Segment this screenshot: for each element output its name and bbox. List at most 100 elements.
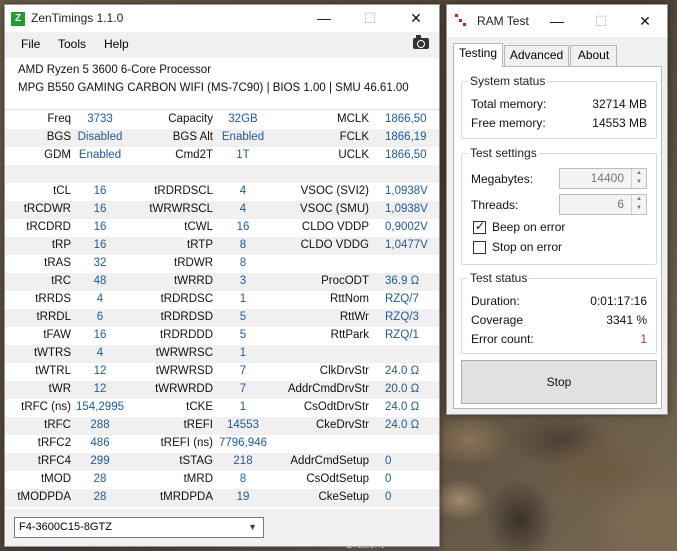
timing-label: tREFI (ns) [160, 437, 213, 449]
close-button[interactable]: ✕ [623, 5, 667, 37]
stop-button[interactable]: Stop [461, 360, 657, 404]
timing-label: tMOD [40, 473, 71, 485]
error-count-label: Error count: [471, 332, 534, 346]
timing-value: 4 [96, 347, 104, 359]
timing-value: 24.0 Ω [385, 365, 420, 377]
timing-value: 28 [93, 473, 107, 485]
ramtest-window: RAM Test — ☐ ✕ Testing Advanced About Sy… [446, 4, 668, 415]
timing-value: 1 [239, 401, 247, 413]
timing-label: RttPark [330, 329, 369, 341]
timing-label: CsOdtSetup [306, 473, 369, 485]
error-count-value: 1 [640, 332, 647, 346]
zentimings-footer: F4-3600C15-8GTZ ▼ [5, 509, 439, 546]
timing-value: 4 [96, 293, 104, 305]
timing-value: 3 [239, 275, 247, 287]
timing-row: tRFC (ns) 154,2995 tCKE 1 CsOdtDrvStr 24.0 Ω [5, 399, 439, 417]
system-info: AMD Ryzen 5 3600 6-Core Processor MPG B5… [5, 58, 439, 108]
timing-label: FCLK [339, 131, 369, 143]
menu-help[interactable]: Help [104, 37, 129, 51]
timing-value: 1,0938V [385, 185, 428, 197]
timing-value: 16 [93, 203, 107, 215]
megabytes-stepper[interactable]: ▲ ▼ [631, 169, 646, 188]
free-memory-label: Free memory: [471, 116, 546, 130]
beep-on-error-label[interactable]: Beep on error [492, 220, 565, 234]
menu-bar: File Tools Help [5, 32, 439, 56]
timing-value: RZQ/1 [385, 329, 419, 341]
timing-label: tCWL [184, 221, 213, 233]
beep-on-error-checkbox[interactable] [473, 219, 486, 234]
timing-label: Cmd2T [175, 149, 213, 161]
timing-label: tRAS [44, 257, 71, 269]
timing-value: 8 [239, 257, 247, 269]
timing-value: 16 [93, 185, 107, 197]
timing-value: 16 [236, 221, 250, 233]
timing-row: tWR 12 tWRWRDD 7 AddrCmdDrvStr 20.0 Ω [5, 381, 439, 399]
timing-value: 14553 [227, 419, 259, 431]
timing-label: Capacity [168, 113, 213, 125]
timing-value: Enabled [221, 131, 265, 143]
timing-label: tRRDS [35, 293, 71, 305]
timing-label: tMODPDA [17, 491, 71, 503]
free-memory-value: 14553 MB [592, 116, 647, 130]
ramtest-titlebar[interactable]: RAM Test — ☐ ✕ [447, 5, 667, 37]
timing-label: RttNom [330, 293, 369, 305]
timing-value: 48 [93, 275, 107, 287]
duration-value: 0:01:17:16 [590, 294, 647, 308]
timing-value: 0 [385, 455, 392, 467]
test-settings-group: Test settings Megabytes: 14400 ▲ ▼ Thread… [461, 146, 657, 265]
timing-row: tRRDL 6 tRDRDSD 5 RttWr RZQ/3 [5, 309, 439, 327]
timing-value: 154,2995 [76, 401, 124, 413]
timing-value: 1 [239, 347, 247, 359]
timing-label: GDM [44, 149, 71, 161]
timing-label: tWR [48, 383, 71, 395]
timing-value: 4 [239, 203, 247, 215]
timing-label: MCLK [337, 113, 369, 125]
menu-tools[interactable]: Tools [58, 37, 86, 51]
timing-label: tRDRDSCL [154, 185, 213, 197]
zentimings-titlebar[interactable]: Z ZenTimings 1.1.0 — ☐ ✕ [5, 5, 439, 32]
timing-value: 1866,50 [385, 113, 427, 125]
timing-label: tWRWRSC [155, 347, 213, 359]
group-title: Test settings [468, 146, 539, 160]
tab-about[interactable]: About [570, 45, 617, 66]
threads-input[interactable]: 6 ▲ ▼ [559, 194, 647, 215]
tab-advanced[interactable]: Advanced [504, 45, 569, 66]
memory-profile-select[interactable]: F4-3600C15-8GTZ ▼ [14, 517, 264, 538]
timing-label: tRC [51, 275, 71, 287]
timing-value: 19 [236, 491, 250, 503]
megabytes-input[interactable]: 14400 ▲ ▼ [559, 168, 647, 189]
camera-icon[interactable] [413, 35, 429, 49]
timing-value: 0 [385, 491, 392, 503]
stop-on-error-checkbox[interactable] [473, 241, 486, 254]
timing-label: tRCDRD [26, 221, 71, 233]
stop-on-error-label[interactable]: Stop on error [492, 240, 562, 254]
timing-value: 1T [236, 149, 250, 161]
chevron-down-icon: ▼ [248, 522, 257, 532]
timing-label: CsOdtDrvStr [303, 401, 369, 413]
timing-value: 36.9 Ω [385, 275, 420, 287]
timing-value: 32GB [228, 113, 258, 125]
timing-value: 0,9002V [385, 221, 428, 233]
menu-file[interactable]: File [21, 37, 40, 51]
timing-value: 16 [93, 239, 107, 251]
timing-row: tWTRL 12 tWRWRSD 7 ClkDrvStr 24.0 Ω [5, 363, 439, 381]
timing-value: 12 [93, 365, 107, 377]
duration-label: Duration: [471, 294, 520, 308]
timing-value: 16 [93, 329, 107, 341]
close-button[interactable]: ✕ [393, 5, 439, 32]
timing-value: Enabled [78, 149, 122, 161]
system-status-group: System status Total memory: 32714 MB Fre… [461, 74, 657, 139]
tab-testing[interactable]: Testing [453, 43, 503, 67]
minimize-button[interactable]: — [535, 5, 579, 37]
timing-value: 8 [239, 239, 247, 251]
threads-stepper[interactable]: ▲ ▼ [631, 195, 646, 214]
timing-value: 1,0477V [385, 239, 428, 251]
minimize-button[interactable]: — [301, 5, 347, 32]
maximize-button: ☐ [363, 10, 377, 26]
group-title: Test status [468, 271, 530, 285]
timing-value: 5 [239, 329, 247, 341]
timing-value: 4 [239, 185, 247, 197]
timing-row: GDM Enabled Cmd2T 1T UCLK 1866,50 [5, 147, 439, 165]
timing-label: tWRWRDD [155, 383, 213, 395]
timing-label: ProcODT [321, 275, 369, 287]
